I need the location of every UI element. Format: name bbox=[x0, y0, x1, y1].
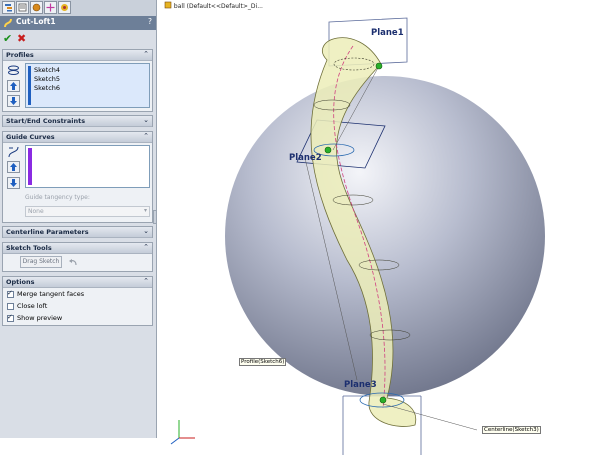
guide-curve-icon bbox=[7, 146, 20, 158]
start-end-constraints-group: Start/End Constraints ⌄ bbox=[2, 115, 153, 127]
profiles-header[interactable]: Profiles ⌃ bbox=[3, 50, 152, 61]
plane1-label[interactable]: Plane1 bbox=[371, 28, 404, 38]
guide-curves-list[interactable] bbox=[25, 145, 150, 188]
guide-tangency-dropdown[interactable]: None ▾ bbox=[25, 206, 150, 217]
plane3-label[interactable]: Plane3 bbox=[344, 380, 377, 390]
feature-title: Cut-Loft1 bbox=[16, 17, 56, 26]
list-item[interactable]: Sketch4 bbox=[34, 66, 60, 74]
configuration-icon bbox=[32, 3, 41, 12]
guide-tangency-value: None bbox=[28, 208, 44, 215]
options-header-label: Options bbox=[6, 278, 35, 286]
tab-feature-manager[interactable] bbox=[2, 1, 15, 14]
guide-curves-header[interactable]: Guide Curves ⌃ bbox=[3, 132, 152, 143]
checkmark-icon: ✓ bbox=[7, 313, 13, 321]
cut-loft-icon bbox=[4, 18, 12, 28]
expand-chevron-icon[interactable]: ⌄ bbox=[143, 227, 149, 235]
guide-curve-color-bar bbox=[28, 148, 32, 185]
arrow-up-icon bbox=[7, 80, 20, 92]
guide-curves-header-label: Guide Curves bbox=[6, 133, 55, 141]
tab-display-manager[interactable] bbox=[58, 1, 71, 14]
solidworks-window: Cut-Loft1 ? ✔ ✖ Profiles ⌃ Sketch4 Sketc… bbox=[0, 0, 599, 455]
arrow-up-icon bbox=[7, 161, 20, 173]
sketch-tools-header-label: Sketch Tools bbox=[6, 244, 52, 252]
profiles-group: Profiles ⌃ Sketch4 Sketch5 Sketch6 bbox=[2, 49, 153, 112]
drag-sketch-button[interactable]: Drag Sketch bbox=[20, 256, 62, 268]
centerline-header[interactable]: Centerline Parameters ⌄ bbox=[3, 227, 152, 238]
list-item[interactable]: Sketch6 bbox=[34, 84, 60, 92]
control-point[interactable] bbox=[375, 62, 383, 70]
sketch-tools-group: Sketch Tools ⌃ Drag Sketch bbox=[2, 242, 153, 272]
profiles-header-label: Profiles bbox=[6, 51, 34, 59]
ok-cancel-row: ✔ ✖ bbox=[0, 31, 156, 47]
property-manager: Cut-Loft1 ? ✔ ✖ Profiles ⌃ Sketch4 Sketc… bbox=[0, 0, 157, 438]
triad-z-axis bbox=[170, 437, 180, 445]
part-icon bbox=[164, 1, 172, 9]
merge-tangent-faces-label: Merge tangent faces bbox=[17, 290, 85, 298]
feature-tree-flyout[interactable]: ball (Default<<Default>_Di... bbox=[164, 1, 263, 10]
centerline-callout[interactable]: Centerline(Sketch3) bbox=[482, 426, 541, 434]
tab-dimxpert-manager[interactable] bbox=[44, 1, 57, 14]
property-manager-icon bbox=[18, 3, 27, 12]
display-manager-icon bbox=[61, 4, 68, 11]
collapse-chevron-icon[interactable]: ⌃ bbox=[143, 277, 149, 285]
feature-tree-icon bbox=[5, 4, 12, 12]
sketch-tools-header[interactable]: Sketch Tools ⌃ bbox=[3, 243, 152, 254]
feature-title-bar: Cut-Loft1 ? bbox=[0, 16, 156, 30]
centerline-header-label: Centerline Parameters bbox=[6, 228, 89, 236]
checkmark-icon: ✓ bbox=[7, 289, 13, 297]
show-preview-label: Show preview bbox=[17, 314, 63, 322]
move-down-button[interactable] bbox=[7, 95, 20, 107]
guide-tangency-label: Guide tangency type: bbox=[25, 194, 90, 201]
merge-tangent-faces-checkbox[interactable]: ✓ bbox=[7, 289, 14, 298]
manager-tabs bbox=[0, 0, 156, 17]
move-down-button[interactable] bbox=[7, 177, 20, 189]
graphics-area[interactable]: Plane1 Plane2 Plane3 Profile(Sketch6) Ce… bbox=[157, 0, 599, 455]
start-end-header-label: Start/End Constraints bbox=[6, 117, 86, 125]
profile-icon bbox=[7, 64, 20, 76]
profiles-list[interactable]: Sketch4 Sketch5 Sketch6 bbox=[25, 63, 150, 108]
profile-callout[interactable]: Profile(Sketch6) bbox=[239, 358, 287, 366]
arrow-down-icon bbox=[7, 95, 20, 107]
close-loft-label: Close loft bbox=[17, 302, 48, 310]
plane2-label[interactable]: Plane2 bbox=[289, 153, 322, 163]
collapse-chevron-icon[interactable]: ⌃ bbox=[143, 50, 149, 58]
dimxpert-icon bbox=[46, 3, 55, 12]
dropdown-arrow-icon: ▾ bbox=[143, 207, 147, 214]
arrow-down-icon bbox=[7, 177, 20, 189]
tab-configuration-manager[interactable] bbox=[30, 1, 43, 14]
collapse-chevron-icon[interactable]: ⌃ bbox=[143, 243, 149, 251]
control-point[interactable] bbox=[379, 396, 387, 404]
options-group: Options ⌃ ✓ Merge tangent faces Close lo… bbox=[2, 276, 153, 326]
centerline-parameters-group: Centerline Parameters ⌄ bbox=[2, 226, 153, 238]
guide-curves-group: Guide Curves ⌃ Guide tangency type: None… bbox=[2, 131, 153, 223]
model-viewport bbox=[170, 17, 545, 455]
feature-tree-path: ball (Default<<Default>_Di... bbox=[173, 3, 263, 10]
move-up-button[interactable] bbox=[7, 80, 20, 92]
options-header[interactable]: Options ⌃ bbox=[3, 277, 152, 288]
selection-color-bar bbox=[28, 66, 31, 105]
show-preview-checkbox[interactable]: ✓ bbox=[7, 313, 14, 322]
move-up-button[interactable] bbox=[7, 161, 20, 173]
collapse-chevron-icon[interactable]: ⌃ bbox=[143, 132, 149, 140]
undo-icon[interactable] bbox=[68, 257, 78, 267]
control-point[interactable] bbox=[324, 146, 332, 154]
close-loft-checkbox[interactable] bbox=[7, 303, 14, 310]
expand-chevron-icon[interactable]: ⌄ bbox=[143, 116, 149, 124]
list-item[interactable]: Sketch5 bbox=[34, 75, 60, 83]
cancel-x-icon[interactable]: ✖ bbox=[17, 32, 26, 45]
tab-property-manager[interactable] bbox=[16, 1, 29, 14]
help-button[interactable]: ? bbox=[148, 17, 152, 26]
start-end-header[interactable]: Start/End Constraints ⌄ bbox=[3, 116, 152, 127]
ok-check-icon[interactable]: ✔ bbox=[3, 32, 12, 45]
